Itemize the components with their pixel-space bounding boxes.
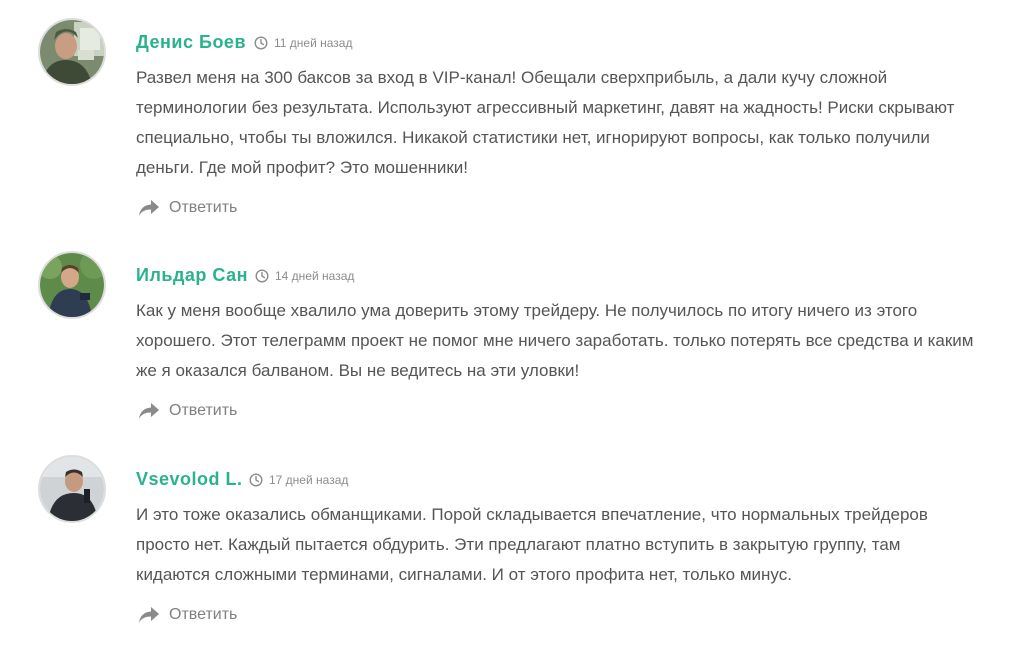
comment-author[interactable]: Vsevolod L. [136, 469, 243, 490]
reply-arrow-icon [138, 199, 160, 217]
avatar[interactable] [38, 455, 106, 523]
reply-label: Ответить [169, 402, 238, 419]
comment-time[interactable]: 17 дней назад [269, 473, 348, 487]
comment-text: Как у меня вообще хвалило ума доверить э… [136, 301, 974, 380]
reply-button[interactable]: Ответить [138, 402, 237, 420]
comment-author[interactable]: Ильдар Сан [136, 265, 248, 286]
comment-author[interactable]: Денис Боев [136, 32, 246, 53]
reply-button[interactable]: Ответить [138, 606, 237, 624]
reply-label: Ответить [169, 199, 238, 216]
clock-icon [255, 269, 269, 283]
reply-arrow-icon [138, 402, 160, 420]
reply-arrow-icon [138, 606, 160, 624]
clock-icon [254, 36, 268, 50]
avatar[interactable] [38, 18, 106, 86]
avatar[interactable] [38, 251, 106, 319]
comment-meta: 14 дней назад [255, 269, 354, 283]
comment-text: И это тоже оказались обманщиками. Порой … [136, 505, 928, 584]
comment-time[interactable]: 14 дней назад [275, 269, 354, 283]
comment-meta: 11 дней назад [254, 36, 352, 50]
reply-label: Ответить [169, 606, 238, 623]
comment-text: Развел меня на 300 баксов за вход в VIP-… [136, 68, 955, 177]
comment-time[interactable]: 11 дней назад [274, 36, 352, 50]
reply-button[interactable]: Ответить [138, 199, 237, 217]
clock-icon [249, 473, 263, 487]
comment-meta: 17 дней назад [249, 473, 348, 487]
